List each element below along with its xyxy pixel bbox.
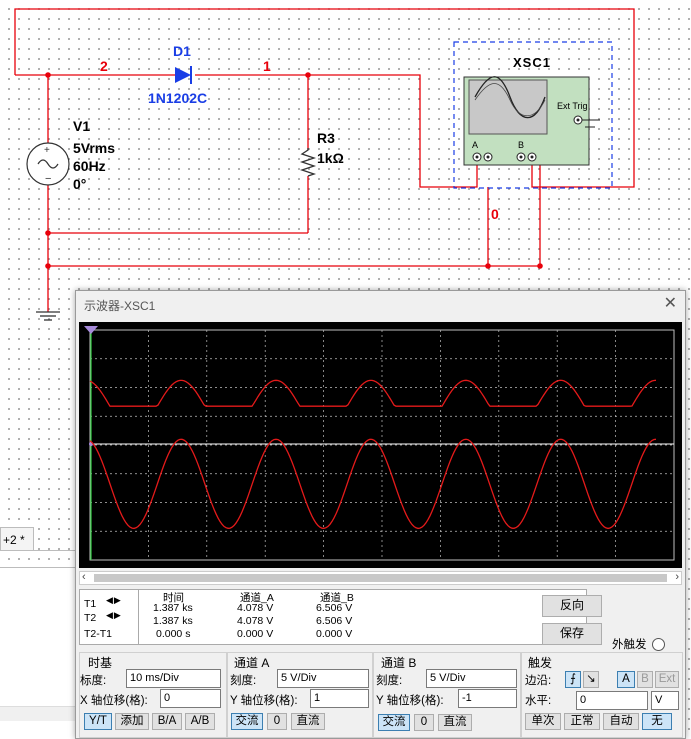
scope-ext-trig-label: Ext Trig xyxy=(557,101,588,111)
channel-a-trace xyxy=(89,379,657,407)
source-amplitude: 5Vrms xyxy=(73,140,116,156)
channel-b-title: 通道 B xyxy=(381,656,417,670)
ac-source-symbol: + − xyxy=(26,142,70,186)
channel-a-ypos-label: Y 轴位移(格): xyxy=(230,695,298,707)
timebase-xpos-field[interactable]: 0 xyxy=(160,689,221,708)
mode-yt-button[interactable]: Y/T xyxy=(84,713,112,730)
rising-edge-icon[interactable]: ⨍ xyxy=(565,671,581,688)
diode-ref: D1 xyxy=(173,43,191,59)
resistor-symbol xyxy=(299,148,317,177)
oscilloscope-window: 示波器-XSC1 ✕ ‹ › T1 T2 T2-T1 ◀▶ ◀▶ 时间 通道_A… xyxy=(75,290,686,739)
sheet-tab-label: +2 * xyxy=(3,533,25,547)
channel-a-title: 通道 A xyxy=(234,656,270,670)
source-ref: V1 xyxy=(73,118,91,134)
t2-time: 1.387 ks xyxy=(153,615,193,627)
diode-symbol xyxy=(175,66,192,84)
net-label-1: 1 xyxy=(263,58,271,74)
channel-b-ypos-label: Y 轴位移(格): xyxy=(376,695,444,707)
channel-b-scale-label: 刻度: xyxy=(376,675,403,687)
trigger-edge-label: 边沿: xyxy=(525,675,552,687)
oscilloscope-title: 示波器-XSC1 xyxy=(84,299,156,313)
output-panel-scrollbar[interactable] xyxy=(0,706,76,721)
timebase-scale-label: 标度: xyxy=(80,675,107,687)
scope-ch-b-label: B xyxy=(518,140,525,150)
channel-b-zero-button[interactable]: 0 xyxy=(414,714,434,731)
reverse-button[interactable]: 反向 xyxy=(542,595,602,617)
scroll-thumb[interactable] xyxy=(94,574,667,582)
ext-trigger-label: 外触发 xyxy=(612,639,647,651)
channel-b-dc-button[interactable]: 直流 xyxy=(438,714,472,731)
channel-a-scale-label: 刻度: xyxy=(230,675,257,687)
trigger-auto-button[interactable]: 自动 xyxy=(603,713,639,730)
channel-b-scale-field[interactable]: 5 V/Div xyxy=(426,669,517,688)
trigger-title: 触发 xyxy=(528,656,553,670)
cursor-t1-arrows[interactable]: ◀▶ xyxy=(106,595,130,608)
diff-time: 0.000 s xyxy=(156,628,191,640)
svg-text:−: − xyxy=(45,173,51,185)
timebase-scale-field[interactable]: 10 ms/Div xyxy=(126,669,221,688)
cursor-t2-label: T2 xyxy=(84,612,97,624)
trigger-level-field[interactable]: 0 xyxy=(576,691,648,710)
diff-ch-b: 0.000 V xyxy=(316,628,353,640)
trigger-source-ext-button[interactable]: Ext xyxy=(655,671,679,688)
screen-horizontal-scrollbar[interactable]: ‹ › xyxy=(79,571,682,585)
channel-a-ac-button[interactable]: 交流 xyxy=(231,713,263,730)
scroll-right-icon[interactable]: › xyxy=(675,571,679,583)
source-freq: 60Hz xyxy=(73,158,106,174)
cursor-panel-divider xyxy=(138,590,139,644)
channel-b-ypos-field[interactable]: -1 xyxy=(458,689,517,708)
cursor-t2-arrows[interactable]: ◀▶ xyxy=(106,610,130,623)
resistor-ref: R3 xyxy=(317,130,335,146)
mode-ba-button[interactable]: B/A xyxy=(152,713,182,730)
save-button[interactable]: 保存 xyxy=(542,623,602,645)
channel-a-dc-button[interactable]: 直流 xyxy=(291,713,325,730)
scroll-left-icon[interactable]: ‹ xyxy=(82,571,86,583)
channel-a-ypos-field[interactable]: 1 xyxy=(310,689,369,708)
falling-edge-icon[interactable]: ↘ xyxy=(583,671,599,688)
diode-model: 1N1202C xyxy=(148,90,208,106)
source-phase: 0° xyxy=(73,176,87,192)
resistor-value: 1kΩ xyxy=(317,150,344,166)
channel-b-ac-button[interactable]: 交流 xyxy=(378,714,410,731)
trigger-normal-button[interactable]: 正常 xyxy=(564,713,600,730)
channel-a-scale-field[interactable]: 5 V/Div xyxy=(277,669,369,688)
channel-a-zero-button[interactable]: 0 xyxy=(267,713,287,730)
cursor-diff-label: T2-T1 xyxy=(84,628,113,640)
t1-ch-a: 4.078 V xyxy=(237,602,274,614)
trigger-level-label: 水平: xyxy=(525,695,552,707)
trigger-source-b-button[interactable]: B xyxy=(637,671,653,688)
tab-strip-divider xyxy=(0,550,78,551)
sheet-tab[interactable]: +2 * xyxy=(0,527,34,551)
ext-trigger-terminal-icon[interactable] xyxy=(652,638,665,651)
cursor-t1-label: T1 xyxy=(84,598,97,610)
scope-component-ref: XSC1 xyxy=(513,55,551,70)
t2-ch-a: 4.078 V xyxy=(237,615,274,627)
channel-b-trace xyxy=(89,438,657,530)
timebase-title: 时基 xyxy=(88,656,113,670)
net-label-0: 0 xyxy=(491,206,499,222)
trigger-none-button[interactable]: 无 xyxy=(642,713,672,730)
trigger-single-button[interactable]: 单次 xyxy=(525,713,561,730)
oscilloscope-plot xyxy=(84,326,675,561)
mode-add-button[interactable]: 添加 xyxy=(115,713,149,730)
mode-ab-button[interactable]: A/B xyxy=(185,713,215,730)
scope-ch-a-label: A xyxy=(472,140,479,150)
svg-text:+: + xyxy=(44,145,50,156)
diff-ch-a: 0.000 V xyxy=(237,628,274,640)
t2-ch-b: 6.506 V xyxy=(316,615,353,627)
t1-ch-b: 6.506 V xyxy=(316,602,353,614)
trigger-level-unit-field[interactable]: V xyxy=(651,691,679,710)
trigger-source-a-button[interactable]: A xyxy=(617,671,635,688)
ground-symbol xyxy=(36,311,60,321)
oscilloscope-screen[interactable] xyxy=(79,322,682,568)
close-icon[interactable]: ✕ xyxy=(664,293,677,313)
timebase-xpos-label: X 轴位移(格): xyxy=(80,695,148,707)
net-label-2: 2 xyxy=(100,58,108,74)
cursor-readout-panel: T1 T2 T2-T1 ◀▶ ◀▶ 时间 通道_A 通道_B 1.387 ks … xyxy=(79,589,587,645)
t1-time: 1.387 ks xyxy=(153,602,193,614)
